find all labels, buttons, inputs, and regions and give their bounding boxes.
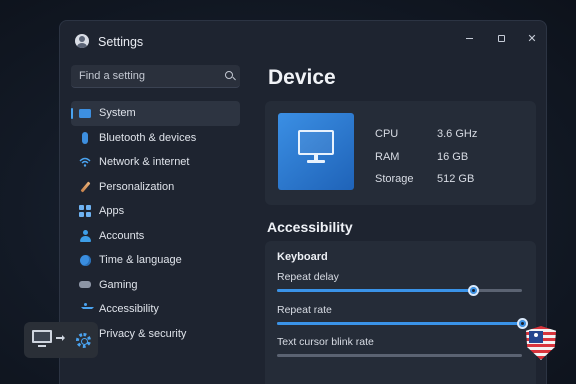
sidebar-item-label: Apps — [99, 205, 125, 217]
page-title: Device — [268, 66, 336, 89]
sidebar-item-label: Network & internet — [99, 156, 190, 168]
arrow-right-icon — [56, 335, 65, 341]
device-card: CPU 3.6 GHz RAM 16 GB Storage 512 GB — [265, 101, 536, 205]
gear-icon — [76, 333, 91, 348]
slider-thumb[interactable] — [467, 285, 479, 296]
gamepad-icon — [79, 279, 91, 291]
settings-app-icon — [75, 34, 89, 48]
settings-window: Settings ✕ System Bluetooth & devices Ne… — [59, 20, 547, 384]
accessibility-card: Keyboard Repeat delay Repeat rate Text c… — [265, 241, 536, 384]
section-title-accessibility: Accessibility — [267, 219, 353, 235]
sidebar-item-system[interactable]: System — [71, 101, 240, 126]
repeat-delay-label: Repeat delay — [277, 271, 339, 283]
search-icon[interactable] — [225, 71, 233, 79]
sidebar-item-label: Gaming — [99, 278, 138, 291]
sidebar-item-label: Time & language — [99, 254, 182, 266]
spec-label-ram: RAM — [375, 151, 400, 163]
spec-value-ram: 16 GB — [437, 151, 469, 163]
slider-fill — [277, 289, 473, 292]
sidebar-item-label: Accessibility — [99, 303, 159, 315]
sidebar-item-label: System — [99, 107, 136, 119]
sidebar-item-time-language[interactable]: Time & language — [71, 248, 240, 273]
minimize-icon — [465, 37, 473, 39]
sidebar-item-gaming[interactable]: Gaming — [71, 273, 240, 298]
flag-shield-icon — [526, 326, 556, 360]
slider-fill — [277, 322, 522, 325]
sidebar-item-accessibility[interactable]: Accessibility — [71, 297, 240, 322]
maximize-icon — [497, 34, 505, 42]
globe-clock-icon — [79, 254, 91, 266]
accessibility-icon — [79, 303, 94, 315]
monitor-icon — [298, 130, 334, 165]
sidebar-nav: System Bluetooth & devices Network & int… — [71, 101, 240, 346]
wifi-icon — [79, 156, 91, 168]
keyboard-group-title: Keyboard — [277, 251, 328, 263]
repeat-delay-slider[interactable] — [277, 285, 522, 296]
apps-grid-icon — [79, 205, 91, 217]
repeat-rate-label: Repeat rate — [277, 304, 332, 316]
sidebar-item-bluetooth[interactable]: Bluetooth & devices — [71, 126, 240, 151]
pc-icon — [32, 330, 52, 349]
cursor-blink-rate-slider[interactable] — [277, 354, 522, 357]
maximize-button[interactable] — [490, 27, 512, 49]
sidebar-item-apps[interactable]: Apps — [71, 199, 240, 224]
bluetooth-icon — [79, 131, 91, 144]
close-icon: ✕ — [527, 32, 537, 45]
spec-label-cpu: CPU — [375, 128, 399, 140]
repeat-rate-slider[interactable] — [277, 318, 528, 329]
sidebar-item-personalization[interactable]: Personalization — [71, 175, 240, 200]
person-icon — [79, 229, 91, 242]
sidebar-item-network[interactable]: Network & internet — [71, 150, 240, 175]
sidebar-item-label: Privacy & security — [99, 327, 187, 340]
sidebar-item-accounts[interactable]: Accounts — [71, 224, 240, 249]
minimize-button[interactable] — [458, 27, 480, 49]
title-bar[interactable]: Settings ✕ — [60, 21, 546, 61]
window-title: Settings — [98, 35, 144, 49]
device-image-tile — [278, 113, 354, 190]
spec-value-cpu: 3.6 GHz — [437, 128, 478, 140]
sidebar-item-label: Accounts — [99, 229, 145, 242]
close-button[interactable]: ✕ — [521, 27, 543, 49]
device-settings-badge — [24, 322, 98, 358]
sidebar-item-label: Bluetooth & devices — [99, 131, 197, 144]
spec-value-storage: 512 GB — [437, 173, 475, 185]
spec-label-storage: Storage — [375, 173, 414, 185]
brush-icon — [79, 180, 91, 193]
search-box[interactable] — [71, 65, 240, 88]
search-input[interactable] — [71, 65, 216, 87]
sidebar-item-label: Personalization — [99, 180, 175, 193]
monitor-icon — [79, 107, 91, 119]
cursor-blink-rate-label: Text cursor blink rate — [277, 336, 374, 348]
